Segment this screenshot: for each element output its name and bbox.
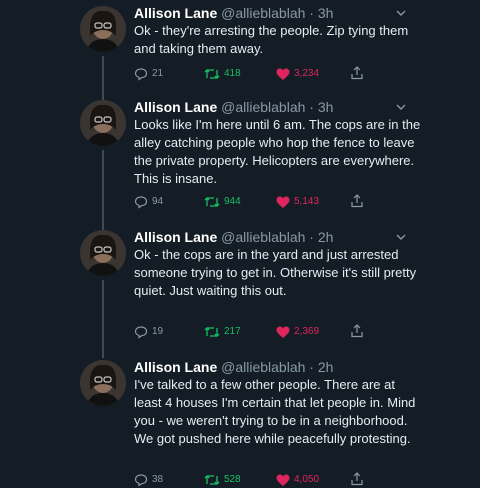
display-name[interactable]: Allison Lane	[134, 99, 217, 115]
reply-icon	[134, 326, 148, 339]
retweet-icon	[204, 475, 220, 485]
tweet-actions: 21 418 3,234	[134, 66, 434, 82]
separator-dot: ·	[305, 5, 318, 21]
heart-icon	[276, 68, 290, 80]
share-icon	[351, 66, 363, 80]
retweet-count: 528	[224, 474, 241, 485]
reply-button[interactable]: 19	[134, 324, 163, 340]
user-handle[interactable]: @allieblablah	[221, 5, 305, 21]
tweet-actions: 94 944 5,143	[134, 194, 434, 210]
retweet-icon	[204, 197, 220, 207]
retweet-count: 418	[224, 68, 241, 79]
reply-button[interactable]: 21	[134, 66, 163, 82]
reply-count: 94	[152, 196, 164, 207]
share-button[interactable]	[350, 324, 364, 338]
tweet[interactable]: Allison Lane @allieblablah · 3h Looks li…	[0, 96, 480, 226]
timestamp[interactable]: 2h	[318, 359, 334, 375]
user-handle[interactable]: @allieblablah	[221, 359, 305, 375]
retweet-count: 217	[224, 326, 241, 337]
tweet-text: Ok - the cops are in the yard and just a…	[134, 247, 417, 298]
tweet-header: Allison Lane @allieblablah · 2h	[134, 228, 333, 246]
timestamp[interactable]: 2h	[318, 229, 334, 245]
display-name[interactable]: Allison Lane	[134, 5, 217, 21]
like-button[interactable]: 2,369	[276, 324, 319, 340]
retweet-count: 944	[224, 196, 241, 207]
share-button[interactable]	[350, 472, 364, 486]
user-handle[interactable]: @allieblablah	[221, 99, 305, 115]
tweet[interactable]: Allison Lane @allieblablah · 2h I've tal…	[0, 356, 480, 487]
tweet-header: Allison Lane @allieblablah · 2h	[134, 358, 333, 376]
share-icon	[351, 324, 363, 338]
like-count: 2,369	[294, 326, 320, 337]
tweet-actions: 38 528 4,050	[134, 472, 434, 488]
reply-count: 19	[152, 326, 164, 337]
heart-icon	[276, 474, 290, 486]
tweet-actions: 19 217 2,369	[134, 324, 434, 340]
avatar[interactable]	[80, 360, 126, 406]
avatar[interactable]	[80, 6, 126, 52]
retweet-button[interactable]: 217	[204, 324, 241, 340]
timestamp[interactable]: 3h	[318, 5, 334, 21]
separator-dot: ·	[305, 99, 318, 115]
retweet-icon	[204, 69, 220, 79]
tweet-text: I've talked to a few other people. There…	[134, 377, 416, 446]
separator-dot: ·	[305, 229, 318, 245]
retweet-button[interactable]: 418	[204, 66, 241, 82]
reply-count: 38	[152, 474, 164, 485]
like-count: 3,234	[294, 68, 320, 79]
display-name[interactable]: Allison Lane	[134, 359, 217, 375]
retweet-button[interactable]: 528	[204, 472, 241, 488]
tweet[interactable]: Allison Lane @allieblablah · 2h Ok - the…	[0, 226, 480, 356]
retweet-button[interactable]: 944	[204, 194, 241, 210]
avatar[interactable]	[80, 100, 126, 146]
like-button[interactable]: 3,234	[276, 66, 319, 82]
tweet-text: Ok - they're arresting the people. Zip t…	[134, 23, 409, 56]
like-button[interactable]: 4,050	[276, 472, 319, 488]
avatar[interactable]	[80, 230, 126, 276]
timestamp[interactable]: 3h	[318, 99, 334, 115]
chevron-down-icon[interactable]	[394, 100, 408, 114]
tweet-header: Allison Lane @allieblablah · 3h	[134, 4, 333, 22]
share-button[interactable]	[350, 66, 364, 80]
like-button[interactable]: 5,143	[276, 194, 319, 210]
share-icon	[351, 194, 363, 208]
tweet-header: Allison Lane @allieblablah · 3h	[134, 98, 333, 116]
retweet-icon	[204, 327, 220, 337]
display-name[interactable]: Allison Lane	[134, 229, 217, 245]
tweet[interactable]: Allison Lane @allieblablah · 3h Ok - the…	[0, 2, 480, 96]
chevron-down-icon[interactable]	[394, 6, 408, 20]
tweet-text: Looks like I'm here until 6 am. The cops…	[134, 117, 421, 186]
reply-icon	[134, 68, 148, 81]
chevron-down-icon[interactable]	[394, 230, 408, 244]
heart-icon	[276, 326, 290, 338]
separator-dot: ·	[305, 359, 318, 375]
reply-count: 21	[152, 68, 164, 79]
reply-icon	[134, 196, 148, 209]
share-icon	[351, 472, 363, 486]
like-count: 5,143	[294, 196, 320, 207]
reply-button[interactable]: 38	[134, 472, 163, 488]
heart-icon	[276, 196, 290, 208]
reply-icon	[134, 474, 148, 487]
like-count: 4,050	[294, 474, 320, 485]
user-handle[interactable]: @allieblablah	[221, 229, 305, 245]
reply-button[interactable]: 94	[134, 194, 163, 210]
share-button[interactable]	[350, 194, 364, 208]
